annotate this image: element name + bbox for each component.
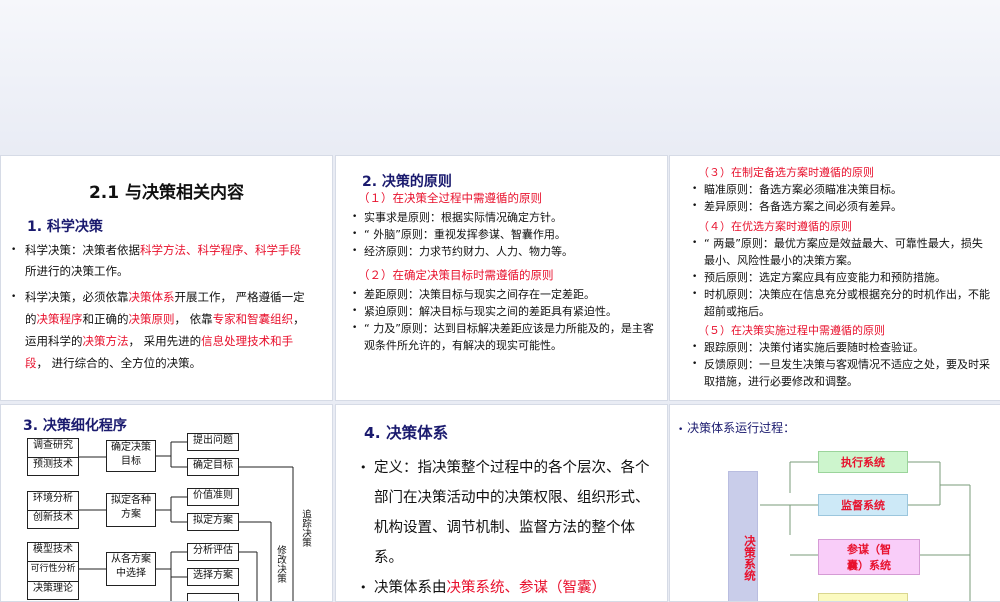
highlight-text: 专家和智囊组织 bbox=[212, 312, 294, 326]
partial-system-box bbox=[818, 593, 908, 601]
slide-title: 4. 决策体系 bbox=[364, 424, 449, 442]
principle-item: 时机原则：决策应在信息充分或根据充分的时机作出，不能超前或拖后。 bbox=[690, 286, 990, 320]
body-text: ， 采用先进的 bbox=[128, 334, 202, 348]
principle-list-5: 跟踪原则：决策付诸实施后要随时检查验证。反馈原则：一旦发生决策与客观情况不适应之… bbox=[690, 339, 990, 390]
section-heading: 1. 科学决策 bbox=[27, 219, 103, 235]
slide-title: 2.1 与决策相关内容 bbox=[88, 183, 245, 203]
execution-system-box: 执行系统 bbox=[818, 451, 908, 473]
principle-subheading-5: （５）在决策实施过程中需遵循的原则 bbox=[698, 324, 885, 337]
side-label-modify: 修改决策 bbox=[275, 545, 286, 583]
decision-system-label: 决策系统 bbox=[743, 535, 757, 581]
principle-item: 瞄准原则：备选方案必须瞄准决策目标。 bbox=[690, 181, 990, 198]
principle-item: 紧迫原则：解决目标与现实之间的差距具有紧迫性。 bbox=[350, 303, 662, 320]
principle-item: “ 力及”原则：达到目标解决差距应该是力所能及的，是主客观条件所允许的，有解决的… bbox=[350, 320, 662, 354]
principle-subheading-2: （２）在确定决策目标时需遵循的原则 bbox=[358, 268, 554, 282]
side-label-tracking: 追踪决策 bbox=[300, 509, 311, 547]
body-text: ， 进行综合的、全方位的决策。 bbox=[36, 356, 202, 370]
highlight-text: 决策方法 bbox=[82, 334, 129, 348]
principle-item: 实事求是原则：根据实际情况确定方针。 bbox=[350, 209, 660, 226]
principle-subheading-3: （３）在制定备选方案时遵循的原则 bbox=[698, 166, 874, 179]
slide-thumbnail-5[interactable]: 4. 决策体系 • 定义：指决策整个过程中的各个层次、各个部门在决策活动中的决策… bbox=[335, 404, 668, 602]
highlight-text: 决策体系 bbox=[128, 290, 175, 304]
principle-subheading-1: （１）在决策全过程中需遵循的原则 bbox=[358, 191, 542, 205]
monitoring-system-box: 监督系统 bbox=[818, 494, 908, 516]
principle-item: 预后原则：选定方案应具有应变能力和预防措施。 bbox=[690, 269, 990, 286]
bullet-decision-system: • 科学决策，必须依靠决策体系开展工作， 严格遵循一定的决策程序和正确的决策原则… bbox=[11, 290, 305, 370]
slide-thumbnail-6[interactable]: • 决策体系运行过程： 决策系统 执行系统 监督系统 参谋（智囊）系统 bbox=[669, 404, 1000, 602]
bullet-text-1: 科学决策：决策者依据科学方法、科学程序、科学手段所进行的决策工作。 bbox=[25, 243, 301, 278]
principle-list-2: 差距原则：决策目标与现实之间存在一定差距。紧迫原则：解决目标与现实之间的差距具有… bbox=[350, 286, 662, 354]
composition-text: 决策体系由 bbox=[374, 580, 447, 596]
composition-highlight: 决策系统、参谋（智囊） bbox=[446, 580, 607, 596]
body-text: 和正确的 bbox=[82, 312, 129, 326]
composition-bullet: • 决策体系由决策系统、参谋（智囊） bbox=[360, 580, 607, 596]
definition-text: 定义：指决策整个过程中的各个层次、各个部门在决策活动中的决策权限、组织形式、机构… bbox=[374, 460, 650, 566]
principle-item: 反馈原则：一旦发生决策与客观情况不适应之处，要及时采取措施，进行必要修改和调整。 bbox=[690, 356, 990, 390]
bullet-scientific-decision: • 科学决策：决策者依据科学方法、科学程序、科学手段所进行的决策工作。 bbox=[11, 243, 301, 278]
highlight-text: 决策原则 bbox=[128, 312, 175, 326]
top-blank-area bbox=[0, 0, 1000, 150]
principle-subheading-4: （４）在优选方案时遵循的原则 bbox=[698, 220, 852, 233]
body-text: 所进行的决策工作。 bbox=[25, 264, 129, 278]
slide-thumbnail-4[interactable]: 3. 决策细化程序 调查研究 预测技术 环境分析 创新技术 模型技术 可行性分析… bbox=[0, 404, 333, 602]
highlight-text: 决策程序 bbox=[36, 312, 83, 326]
slide-thumbnail-3[interactable]: （３）在制定备选方案时遵循的原则 瞄准原则：备选方案必须瞄准决策目标。差异原则：… bbox=[669, 155, 1000, 401]
principle-list-4: “ 两最”原则：最优方案应是效益最大、可靠性最大，损失最小、风险性最小的决策方案… bbox=[690, 235, 990, 320]
principle-item: “ 外脑”原则：重视发挥参谋、智囊作用。 bbox=[350, 226, 660, 243]
staff-system-box: 参谋（智囊）系统 bbox=[818, 539, 920, 575]
principle-item: 跟踪原则：决策付诸实施后要随时检查验证。 bbox=[690, 339, 990, 356]
principle-item: “ 两最”原则：最优方案应是效益最大、可靠性最大，损失最小、风险性最小的决策方案… bbox=[690, 235, 990, 269]
body-text: 科学决策，必须依靠 bbox=[25, 290, 129, 304]
slide-thumbnail-2[interactable]: 2. 决策的原则 （１）在决策全过程中需遵循的原则 实事求是原则：根据实际情况确… bbox=[335, 155, 668, 401]
highlight-text: 科学方法、科学程序、科学手段 bbox=[140, 243, 301, 257]
definition-bullet: • 定义：指决策整个过程中的各个层次、各个部门在决策活动中的决策权限、组织形式、… bbox=[360, 460, 650, 566]
principle-list-1: 实事求是原则：根据实际情况确定方针。“ 外脑”原则：重视发挥参谋、智囊作用。经济… bbox=[350, 209, 660, 260]
principle-item: 差异原则：各备选方案之间必须有差异。 bbox=[690, 198, 990, 215]
principle-list-3: 瞄准原则：备选方案必须瞄准决策目标。差异原则：各备选方案之间必须有差异。 bbox=[690, 181, 990, 215]
principle-item: 经济原则：力求节约财力、人力、物力等。 bbox=[350, 243, 660, 260]
slide-thumbnail-1[interactable]: 2.1 与决策相关内容 1. 科学决策 • 科学决策：决策者依据科学方法、科学程… bbox=[0, 155, 333, 401]
body-text: 科学决策：决策者依据 bbox=[25, 243, 140, 257]
decision-system-box: 决策系统 bbox=[728, 471, 758, 601]
slide-title: 2. 决策的原则 bbox=[362, 174, 452, 190]
bullet-text-2: 科学决策，必须依靠决策体系开展工作， 严格遵循一定的决策程序和正确的决策原则， … bbox=[25, 290, 305, 370]
principle-item: 差距原则：决策目标与现实之间存在一定差距。 bbox=[350, 286, 662, 303]
body-text: ， 依靠 bbox=[174, 312, 213, 326]
